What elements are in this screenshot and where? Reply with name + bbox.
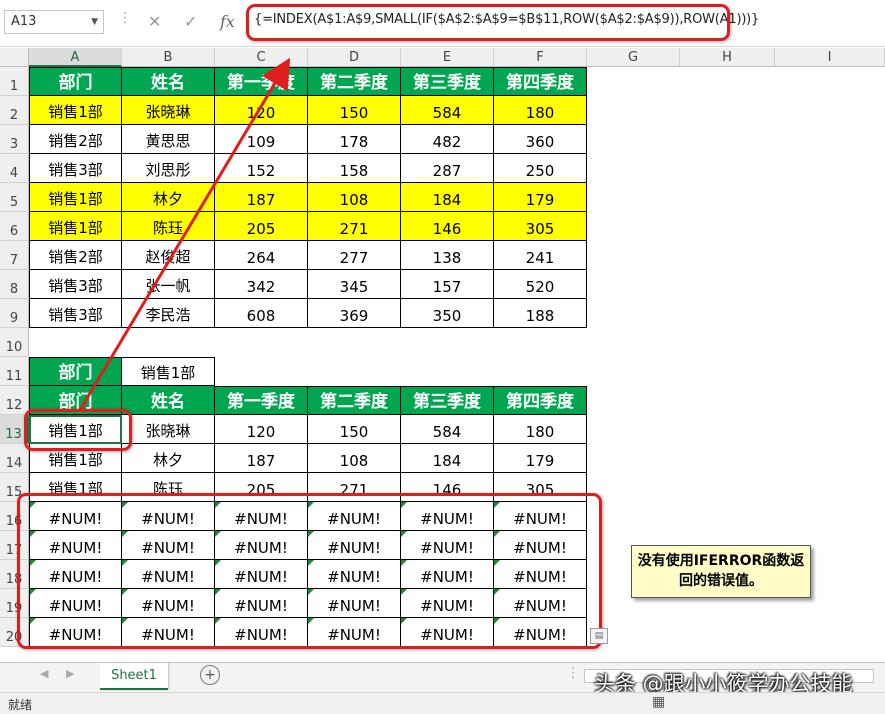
scroll-right-icon[interactable]: ▶ (66, 667, 74, 680)
add-sheet-icon[interactable]: + (200, 665, 220, 685)
paste-options-icon[interactable]: ▤ (590, 628, 608, 644)
callout-text: 没有使用IFERROR函数返回的错误值。 (637, 553, 805, 589)
status-bar: 就绪 ▦ (0, 692, 885, 714)
selected-cell-highlight (24, 409, 132, 451)
callout-note: 没有使用IFERROR函数返回的错误值。 (631, 545, 811, 598)
scroll-left-icon[interactable]: ◀ (40, 667, 48, 680)
sheet-tab-sheet1[interactable]: Sheet1 (100, 663, 168, 690)
normal-view-icon[interactable]: ▦ (652, 694, 665, 710)
error-range-highlight (17, 493, 602, 649)
more-tabs-icon[interactable]: ⋮ (566, 665, 580, 681)
status-text: 就绪 (8, 698, 33, 712)
